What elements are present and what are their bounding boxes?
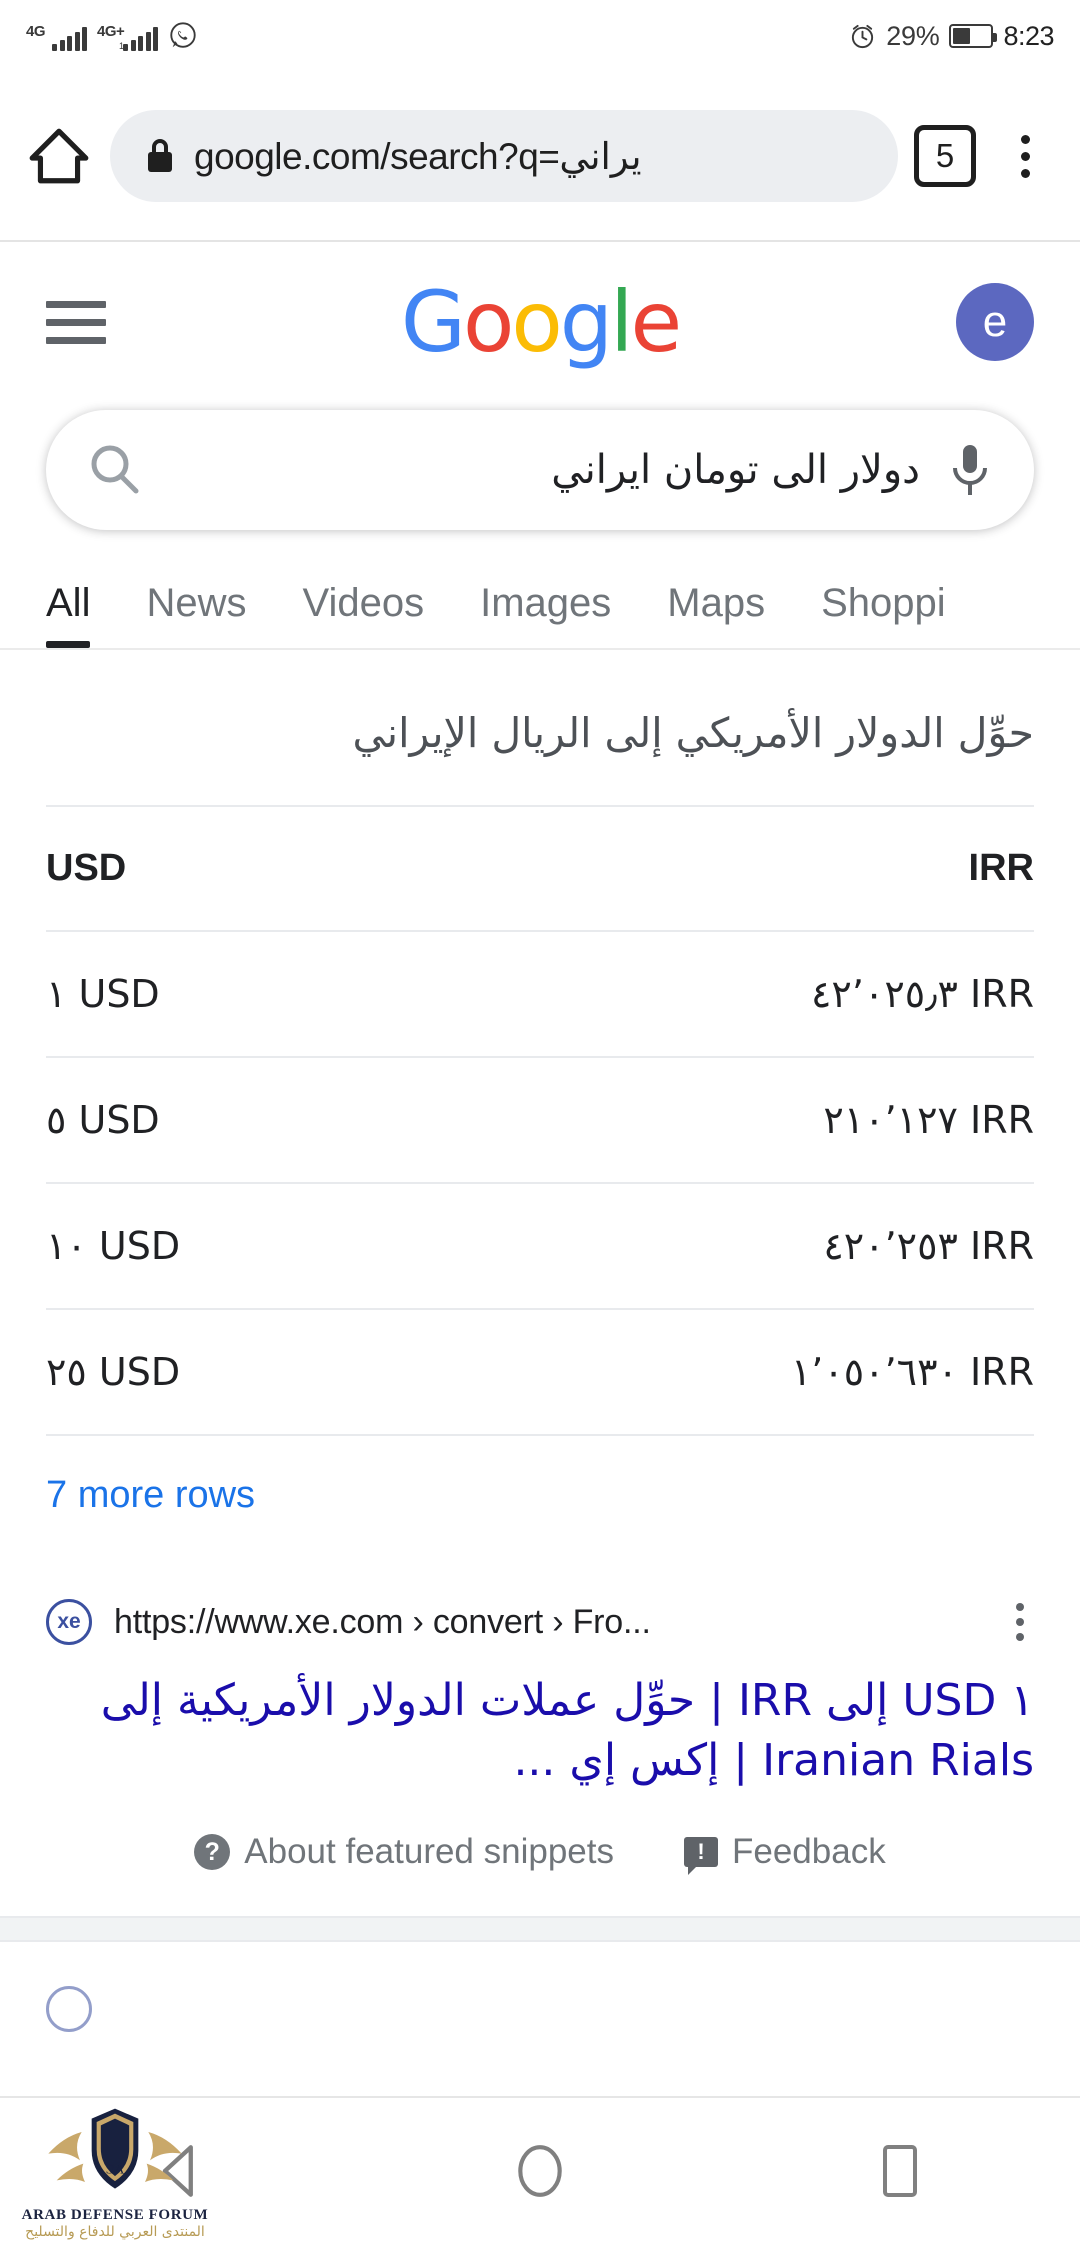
- xe-favicon-icon: xe: [46, 1599, 92, 1646]
- screen-root: 4G 4G+ 1 29% 8:23 google.com/search?q=ير…: [0, 0, 1080, 2244]
- url-bar[interactable]: google.com/search?q=يراني: [110, 110, 898, 202]
- question-mark-icon: ?: [194, 1834, 231, 1871]
- feedback-link[interactable]: ! Feedback: [684, 1832, 886, 1876]
- result-header: xe https://www.xe.com › convert › Fro...: [46, 1597, 1034, 1647]
- tab-news[interactable]: News: [146, 581, 246, 648]
- about-featured-snippets-label: About featured snippets: [244, 1832, 614, 1872]
- tab-all[interactable]: All: [46, 581, 91, 648]
- next-result-favicon-icon: [46, 1986, 92, 2033]
- microphone-icon[interactable]: [946, 441, 994, 499]
- tab-videos[interactable]: Videos: [302, 581, 424, 648]
- cell-irr: ٤٢٠٬٢٥٣ IRR: [397, 1182, 1034, 1310]
- avatar[interactable]: e: [956, 283, 1034, 361]
- network-type-label-2: 4G+: [97, 23, 125, 40]
- clock: 8:23: [1003, 20, 1054, 51]
- result-kebab-menu-icon[interactable]: [1006, 1597, 1034, 1647]
- snippet-title: حوِّل الدولار الأمريكي إلى الريال الإيرا…: [352, 709, 1035, 757]
- home-icon[interactable]: [24, 121, 94, 191]
- battery-icon: [949, 24, 998, 48]
- logo-letter-e: e: [630, 273, 682, 371]
- tab-shopping[interactable]: Shoppi: [821, 581, 946, 648]
- next-result-url[interactable]: [114, 1990, 123, 2029]
- tab-images[interactable]: Images: [480, 581, 611, 648]
- tab-maps[interactable]: Maps: [667, 581, 765, 648]
- table-row: ١ USD ٤٢٬٠٢٥٫٣ IRR: [46, 930, 1034, 1058]
- next-result-header: [46, 1986, 1034, 2033]
- network-sub-label-2: 1: [119, 41, 125, 51]
- status-bar-right: 29% 8:23: [849, 21, 1054, 52]
- about-featured-snippets-link[interactable]: ? About featured snippets: [194, 1832, 614, 1872]
- result-url[interactable]: https://www.xe.com › convert › Fro...: [114, 1603, 651, 1642]
- result-separator: [0, 1916, 1080, 1943]
- whatsapp-icon: [168, 21, 198, 51]
- feedback-icon: !: [684, 1837, 718, 1876]
- table-row: ٥ USD ٢١٠٬١٢٧ IRR: [46, 1056, 1034, 1184]
- search-tabs: All News Videos Images Maps Shoppi: [0, 530, 1080, 650]
- column-header-irr: IRR: [397, 805, 1034, 932]
- signal-indicator-2: 4G+ 1: [97, 23, 158, 51]
- cell-usd: ١٠ USD: [46, 1182, 398, 1310]
- android-nav-bar: [0, 2096, 1080, 2244]
- table-row: ٢٥ USD ١٬٠٥٠٬٦٣٠ IRR: [46, 1308, 1034, 1435]
- tab-count-button[interactable]: 5: [914, 125, 976, 187]
- feedback-label: Feedback: [732, 1832, 886, 1872]
- logo-letter-l: l: [610, 273, 633, 371]
- logo-letter-g2: g: [559, 273, 613, 371]
- cell-usd: ٥ USD: [46, 1056, 398, 1184]
- signal-bars-2: [123, 27, 158, 51]
- signal-bars-1: [52, 27, 87, 51]
- status-bar: 4G 4G+ 1 29% 8:23: [0, 0, 1080, 72]
- more-rows-link[interactable]: 7 more rows: [46, 1434, 1034, 1551]
- home-circle-icon[interactable]: [480, 2142, 600, 2200]
- search-icon: [86, 441, 144, 499]
- cell-usd: ٢٥ USD: [46, 1308, 398, 1435]
- next-result-partial: [0, 1942, 1080, 2033]
- google-header: Google e: [0, 242, 1080, 402]
- table-row: ١٠ USD ٤٢٠٬٢٥٣ IRR: [46, 1182, 1034, 1310]
- currency-table: USD IRR ١ USD ٤٢٬٠٢٥٫٣ IRR ٥ USD ٢١٠٬١٢٧…: [46, 805, 1034, 1435]
- snippet-source-result: xe https://www.xe.com › convert › Fro...…: [0, 1551, 1080, 1790]
- google-logo: Google: [400, 273, 682, 371]
- signal-indicator-1: 4G: [26, 23, 87, 51]
- logo-letter-o2: o: [511, 273, 562, 371]
- cell-usd: ١ USD: [46, 930, 398, 1058]
- table-header-row: USD IRR: [46, 805, 1034, 932]
- result-title-link[interactable]: ١ USD إلى IRR | حوِّل عملات الدولار الأم…: [46, 1647, 1034, 1790]
- search-area: دولار الى تومان ايراني: [0, 402, 1080, 530]
- url-text: google.com/search?q=يراني: [194, 135, 642, 177]
- search-box[interactable]: دولار الى تومان ايراني: [46, 410, 1034, 530]
- cell-irr: ٢١٠٬١٢٧ IRR: [397, 1056, 1034, 1184]
- lock-icon: [144, 136, 176, 176]
- back-triangle-icon[interactable]: [120, 2143, 240, 2199]
- logo-letter-g1: G: [400, 273, 466, 371]
- cell-irr: ١٬٠٥٠٬٦٣٠ IRR: [397, 1308, 1034, 1435]
- kebab-menu-icon[interactable]: [994, 134, 1056, 178]
- alarm-icon: [849, 23, 876, 50]
- column-header-usd: USD: [46, 805, 398, 932]
- featured-snippet: حوِّل الدولار الأمريكي إلى الريال الإيرا…: [0, 650, 1080, 1551]
- battery-percent: 29%: [886, 20, 940, 51]
- status-bar-left: 4G 4G+ 1: [26, 21, 198, 51]
- logo-letter-o1: o: [462, 273, 514, 371]
- search-input[interactable]: دولار الى تومان ايراني: [144, 447, 946, 493]
- cell-irr: ٤٢٬٠٢٥٫٣ IRR: [397, 930, 1034, 1058]
- snippet-footer: ? About featured snippets ! Feedback: [0, 1790, 1080, 1906]
- network-type-label-1: 4G: [26, 23, 46, 40]
- hamburger-menu-icon[interactable]: [46, 300, 106, 344]
- recents-square-icon[interactable]: [840, 2143, 960, 2199]
- browser-toolbar: google.com/search?q=يراني 5: [0, 72, 1080, 242]
